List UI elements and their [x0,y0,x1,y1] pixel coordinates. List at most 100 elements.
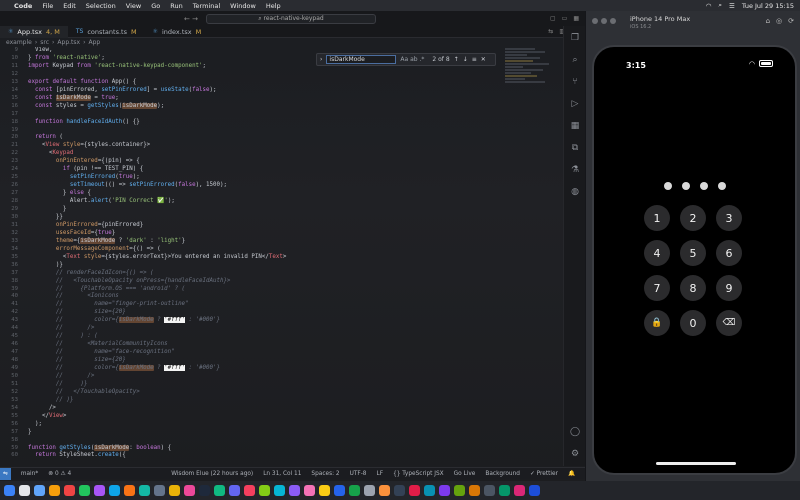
code-editor[interactable]: 9 10 11 12 13 14 15 16 17 18 19 20 21 22 23 24 25 26 27 28 2… [0,47,562,466]
code-line[interactable]: // )} [28,381,87,387]
dock-app-icon[interactable] [4,485,15,496]
breadcrumb-item[interactable]: src [40,39,49,46]
code-line[interactable]: }} [28,214,63,220]
status-problems[interactable]: ⊗ 0 ⚠ 4 [48,471,71,477]
screenshot-icon[interactable]: ◎ [776,17,782,25]
code-line[interactable]: // color={isDarkMode ? '#fff' : '#000'} [28,317,220,324]
breadcrumb-item[interactable]: example [6,39,32,46]
code-line[interactable]: return StyleSheet.create({ [28,452,126,458]
testing-icon[interactable]: ⚗ [569,164,581,176]
code-line[interactable]: // <MaterialCommunityIcons [28,341,168,347]
extensions-icon[interactable]: ▦ [569,120,581,132]
code-line[interactable]: // </TouchableOpacity> [28,389,140,395]
dock-app-icon[interactable] [319,485,330,496]
run-debug-icon[interactable]: ▷ [569,98,581,110]
code-line[interactable]: return ( [28,134,63,140]
code-line[interactable]: <View style={styles.container}> [28,142,150,148]
code-line[interactable]: const isDarkMode = true; [28,94,119,101]
code-line[interactable]: } [28,429,32,435]
menu-clock[interactable]: Tue Jul 29 15:15 [742,2,794,10]
code-line[interactable]: } else { [28,190,91,196]
code-line[interactable]: function handleFaceIdAuth() {} [28,119,140,125]
code-line[interactable]: ); [28,421,42,427]
key-2[interactable]: 2 [680,205,706,231]
arrow-up-icon[interactable]: ↑ [454,56,459,63]
dock-app-icon[interactable] [349,485,360,496]
remote-indicator-icon[interactable]: ⇋ [0,467,11,480]
code-lines[interactable]: View,} from 'react-native'; import Keypad… [28,47,508,466]
dock-app-icon[interactable] [289,485,300,496]
tab-index-tsx[interactable]: ⚛ index.tsx M [145,26,210,38]
account-icon[interactable]: ◯ [569,426,581,438]
status-blame[interactable]: Wisdom Elue (22 hours ago) [171,471,253,477]
code-line[interactable]: <Text style={styles.errorText}>You enter… [28,254,286,260]
code-line[interactable]: // <TouchableOpacity onPress={handleFace… [28,278,231,284]
status-branch[interactable]: main* [21,471,38,477]
code-line[interactable]: theme={isDarkMode ? 'dark' : 'light'} [28,237,185,244]
arrow-down-icon[interactable]: ↓ [463,56,468,63]
backspace-button[interactable]: ⌫ [716,310,742,336]
code-line[interactable]: // <Ionicons [28,293,119,299]
menu-view[interactable]: View [126,2,141,10]
code-line[interactable]: // size={20} [28,309,126,315]
tab-app-tsx[interactable]: ⚛ App.tsx 4, M [0,25,68,38]
dock-app-icon[interactable] [34,485,45,496]
close-icon[interactable]: ✕ [481,56,486,63]
code-line[interactable]: } from 'react-native'; [28,55,105,61]
status-cursor[interactable]: Ln 31, Col 11 [263,471,301,477]
code-line[interactable]: Alert.alert('PIN Correct ✅'); [28,198,175,204]
dock-app-icon[interactable] [514,485,525,496]
face-id-button[interactable]: 🔒 [644,310,670,336]
code-line[interactable]: // renderFaceIdIcon={() => ( [28,270,154,276]
dock-app-icon[interactable] [259,485,270,496]
dock-app-icon[interactable] [394,485,405,496]
code-line[interactable]: // /> [28,325,94,331]
status-prettier[interactable]: ✓ Prettier [530,471,558,477]
menu-selection[interactable]: Selection [86,2,116,10]
key-7[interactable]: 7 [644,275,670,301]
control-center-icon[interactable]: ☰ [729,2,735,10]
dock-app-icon[interactable] [364,485,375,496]
code-line[interactable]: const [pinErrored, setPinErrored] = useS… [28,87,217,93]
code-line[interactable]: setPinErrored(true); [28,174,140,180]
close-window-button[interactable] [592,18,598,24]
code-line[interactable]: View, [28,47,52,53]
phone-screen[interactable]: 3:15 ◠ 1 2 3 4 5 6 7 8 9 🔒 0 ⌫ [592,45,797,475]
dock-app-icon[interactable] [214,485,225,496]
dock-app-icon[interactable] [379,485,390,496]
dock-app-icon[interactable] [439,485,450,496]
key-6[interactable]: 6 [716,240,742,266]
menu-terminal[interactable]: Terminal [193,2,220,10]
dock-app-icon[interactable] [499,485,510,496]
dock-app-icon[interactable] [64,485,75,496]
explorer-icon[interactable]: ❐ [569,32,581,44]
command-center-search[interactable]: ⌕ react-native-keypad [205,13,376,24]
key-9[interactable]: 9 [716,275,742,301]
key-0[interactable]: 0 [680,310,706,336]
dock-app-icon[interactable] [199,485,210,496]
back-forward-icon[interactable]: ← → [184,15,198,23]
code-line[interactable]: /> [28,405,56,411]
dock-app-icon[interactable] [94,485,105,496]
chevron-right-icon[interactable]: › [320,56,322,63]
key-1[interactable]: 1 [644,205,670,231]
key-3[interactable]: 3 [716,205,742,231]
search-icon[interactable]: ⌕ [718,1,722,10]
home-icon[interactable]: ⌂ [766,17,770,25]
menu-help[interactable]: Help [266,2,281,10]
status-golive[interactable]: Go Live [454,471,476,477]
code-line[interactable]: // ) : ( [28,333,98,339]
menu-window[interactable]: Window [230,2,256,10]
dock-app-icon[interactable] [79,485,90,496]
breadcrumb-item[interactable]: App.tsx [57,39,80,46]
code-line[interactable]: </View> [28,413,66,419]
dock-app-icon[interactable] [139,485,150,496]
code-line[interactable]: // /> [28,373,94,379]
dock-app-icon[interactable] [529,485,540,496]
status-encoding[interactable]: UTF-8 [350,471,367,477]
dock-app-icon[interactable] [124,485,135,496]
code-line[interactable]: usesFaceId={true} [28,230,115,236]
dock-app-icon[interactable] [334,485,345,496]
dock-app-icon[interactable] [454,485,465,496]
code-line[interactable]: export default function App() { [28,79,136,85]
